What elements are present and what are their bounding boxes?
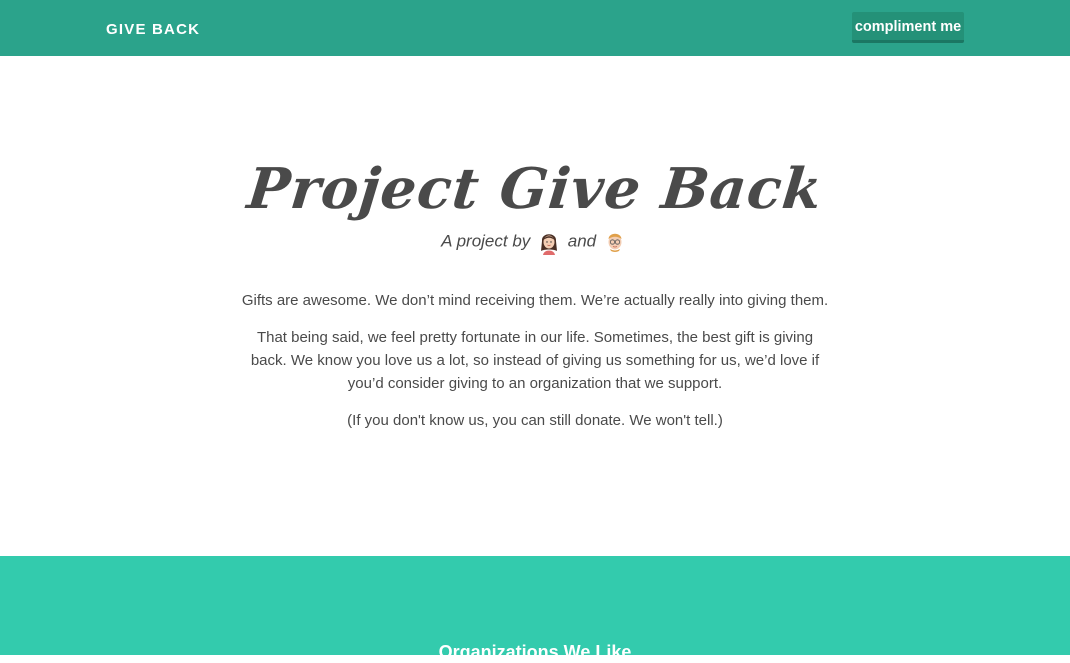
page-title: Project Give Back xyxy=(244,156,826,222)
man-avatar-icon xyxy=(608,233,622,252)
byline-prefix: A project by xyxy=(441,231,531,251)
top-navbar: GIVE BACK compliment me xyxy=(0,0,1070,56)
intro-paragraph: (If you don't know us, you can still don… xyxy=(347,412,723,429)
brand-link[interactable]: GIVE BACK xyxy=(106,21,200,38)
hero-section: Project Give Back A project by and Gifts… xyxy=(0,56,1070,556)
intro-text: Gifts are awesome. We don’t mind receivi… xyxy=(240,289,830,446)
organizations-heading: Organizations We Like xyxy=(438,642,632,662)
intro-paragraph: That being said, we feel pretty fortunat… xyxy=(250,329,820,392)
organizations-section: Organizations We Like xyxy=(0,556,1070,662)
intro-paragraph: Gifts are awesome. We don’t mind receivi… xyxy=(241,292,829,309)
woman-avatar-icon xyxy=(541,233,558,255)
byline: A project by and xyxy=(0,228,1070,255)
byline-and: and xyxy=(567,231,597,251)
compliment-me-button[interactable]: compliment me xyxy=(852,12,964,43)
